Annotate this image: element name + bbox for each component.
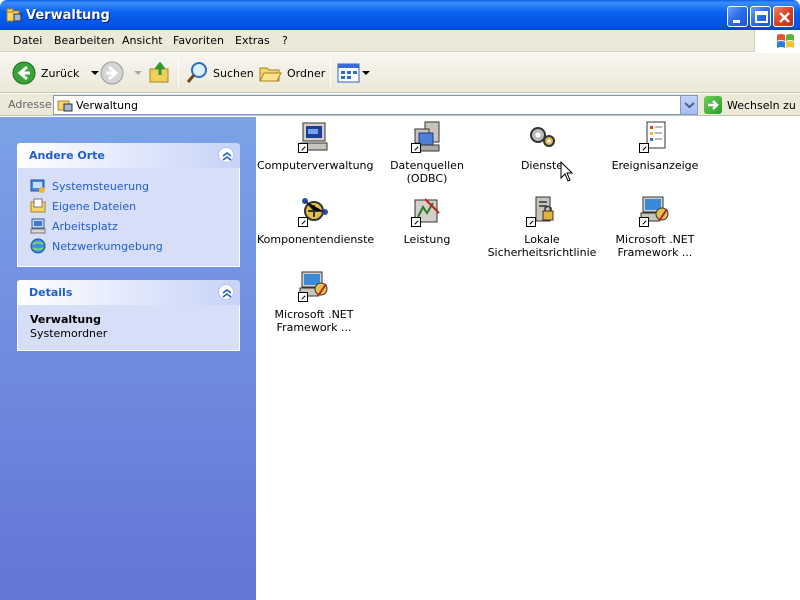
standard-toolbar: Zurück Suchen Ordner — [0, 53, 800, 93]
other-places-header[interactable]: Andere Orte — [17, 143, 240, 168]
network-places-icon — [30, 238, 46, 254]
my-computer-icon — [30, 218, 46, 234]
address-dropdown-button[interactable] — [680, 96, 697, 114]
up-folder-icon — [149, 61, 169, 83]
back-arrow-icon — [12, 61, 36, 85]
item-computerverwaltung[interactable]: Computerverwaltung — [257, 121, 374, 172]
address-value: Verwaltung — [76, 99, 138, 112]
folder-content: Computerverwaltung Datenquellen (ODBC) D… — [256, 117, 800, 600]
windows-logo-icon — [754, 30, 800, 52]
item-dienste[interactable]: Dienste — [485, 121, 599, 172]
item-dotnet-framework-2[interactable]: Microsoft .NET Framework ... — [257, 270, 371, 334]
details-name: Verwaltung — [30, 313, 101, 326]
go-label: Wechseln zu — [727, 98, 796, 112]
other-places-body: Systemsteuerung Eigene Dateien Arbeitspl… — [17, 168, 240, 267]
menu-ansicht[interactable]: Ansicht — [122, 34, 163, 47]
search-button[interactable]: Suchen — [185, 61, 254, 85]
details-type: Systemordner — [30, 327, 108, 340]
services-icon — [526, 121, 558, 153]
control-panel-icon — [30, 178, 46, 194]
my-documents-icon — [30, 198, 46, 214]
task-pane: Andere Orte Systemsteuerung Eigene Datei… — [0, 117, 256, 600]
title-bar: Verwaltung — [0, 0, 800, 30]
item-ereignisanzeige[interactable]: Ereignisanzeige — [598, 121, 712, 172]
views-icon — [337, 63, 360, 83]
close-button[interactable] — [773, 6, 794, 27]
component-services-icon — [298, 195, 330, 227]
collapse-chevron-icon[interactable] — [218, 147, 234, 163]
computer-management-icon — [298, 121, 330, 153]
folders-button[interactable]: Ordner — [258, 61, 325, 85]
back-button[interactable]: Zurück — [12, 61, 101, 85]
link-systemsteuerung[interactable]: Systemsteuerung — [30, 176, 227, 196]
link-eigene-dateien[interactable]: Eigene Dateien — [30, 196, 227, 216]
item-datenquellen[interactable]: Datenquellen (ODBC) — [370, 121, 484, 185]
item-komponentendienste[interactable]: Komponentendienste — [257, 195, 374, 246]
other-places-title: Andere Orte — [29, 149, 105, 162]
menu-favoriten[interactable]: Favoriten — [173, 34, 224, 47]
event-viewer-icon — [639, 121, 671, 153]
maximize-button[interactable] — [750, 6, 771, 27]
security-policy-icon — [526, 195, 558, 227]
menu-extras[interactable]: Extras — [235, 34, 270, 47]
go-arrow-icon — [704, 96, 722, 114]
details-title: Details — [29, 286, 73, 299]
menu-help[interactable]: ? — [282, 34, 288, 47]
forward-button[interactable] — [100, 61, 144, 85]
dotnet-wizards-icon — [298, 270, 330, 302]
mouse-cursor-icon — [560, 161, 574, 182]
address-input[interactable]: Verwaltung — [53, 95, 698, 115]
menu-bar: Datei Bearbeiten Ansicht Favoriten Extra… — [0, 30, 800, 52]
folder-tools-icon — [57, 98, 73, 115]
window-title: Verwaltung — [26, 8, 110, 23]
item-lokale-sicherheitsrichtlinie[interactable]: Lokale Sicherheitsrichtlinie — [485, 195, 599, 259]
link-arbeitsplatz[interactable]: Arbeitsplatz — [30, 216, 227, 236]
forward-arrow-icon — [100, 61, 124, 85]
views-button[interactable] — [337, 61, 371, 85]
collapse-chevron-icon[interactable] — [218, 284, 234, 300]
other-places-panel: Andere Orte Systemsteuerung Eigene Datei… — [17, 143, 240, 267]
performance-icon — [411, 195, 443, 227]
menu-datei[interactable]: Datei — [13, 34, 42, 47]
up-folder-button[interactable] — [148, 61, 172, 85]
folders-label: Ordner — [287, 66, 326, 80]
search-label: Suchen — [213, 66, 254, 80]
search-icon — [186, 62, 207, 83]
go-button[interactable]: Wechseln zu — [704, 96, 796, 114]
details-panel: Details Verwaltung Systemordner — [17, 280, 240, 351]
menu-bearbeiten[interactable]: Bearbeiten — [54, 34, 114, 47]
address-label: Adresse — [8, 98, 52, 111]
link-netzwerkumgebung[interactable]: Netzwerkumgebung — [30, 236, 227, 256]
folder-tools-icon — [6, 7, 22, 23]
chevron-down-icon — [684, 102, 695, 109]
details-body: Verwaltung Systemordner — [17, 305, 240, 351]
dotnet-config-icon — [639, 195, 671, 227]
views-dropdown-icon[interactable] — [361, 68, 371, 78]
back-label: Zurück — [41, 66, 80, 80]
item-leistung[interactable]: Leistung — [370, 195, 484, 246]
odbc-icon — [411, 121, 443, 153]
minimize-button[interactable] — [727, 6, 748, 27]
details-header[interactable]: Details — [17, 280, 240, 305]
address-bar: Adresse Verwaltung Wechseln zu — [0, 94, 800, 116]
item-dotnet-framework-1[interactable]: Microsoft .NET Framework ... — [598, 195, 712, 259]
folders-icon — [259, 67, 282, 82]
forward-dropdown-icon[interactable] — [132, 68, 144, 78]
